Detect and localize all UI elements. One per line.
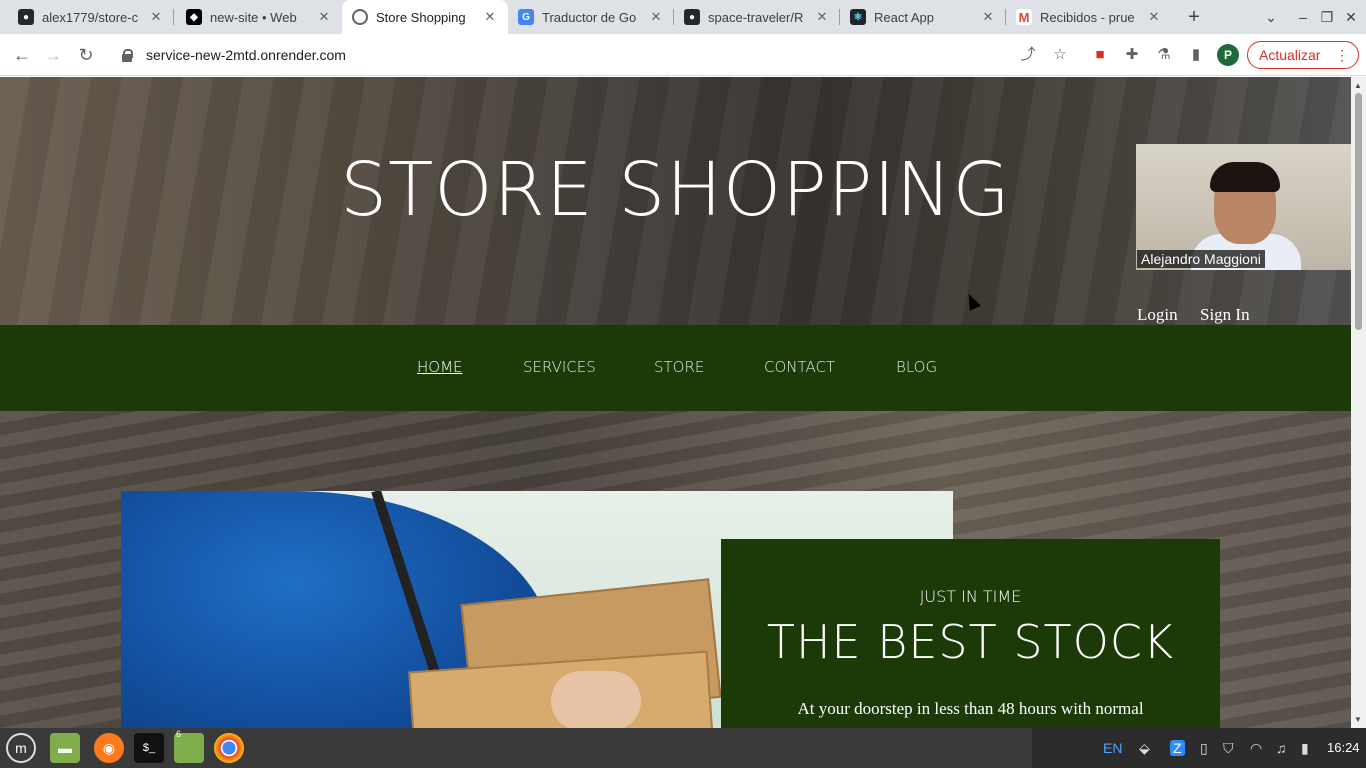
close-tab-icon[interactable]: ✕: [148, 9, 164, 25]
wifi-icon[interactable]: ◠: [1250, 740, 1262, 757]
update-label: Actualizar: [1259, 47, 1321, 63]
browser-tab[interactable]: G Traductor de Go ✕: [508, 0, 674, 34]
tab-title: Traductor de Go: [542, 9, 637, 25]
address-bar[interactable]: service-new-2mtd.onrender.com: [112, 39, 1072, 71]
participant-name: Alejandro Maggioni: [1137, 250, 1265, 268]
scroll-thumb[interactable]: [1355, 93, 1362, 330]
dropbox-icon[interactable]: ⬙: [1139, 740, 1150, 757]
close-tab-icon[interactable]: ✕: [316, 9, 332, 25]
page-viewport: STORE SHOPPING Login Sign In HOME SERVIC…: [0, 77, 1351, 728]
zoom-icon[interactable]: Z: [1170, 740, 1185, 756]
battery-icon[interactable]: ▮: [1301, 740, 1309, 757]
share-icon[interactable]: ⤴: [1018, 45, 1038, 65]
scroll-up-icon[interactable]: ▲: [1354, 81, 1362, 90]
react-icon: ⚛: [850, 9, 866, 25]
reload-icon[interactable]: ↻: [73, 43, 99, 67]
gmail-icon: M: [1016, 9, 1032, 25]
close-window-icon[interactable]: ✕: [1340, 6, 1362, 28]
minimize-icon[interactable]: –: [1292, 6, 1314, 28]
login-link[interactable]: Login: [1137, 305, 1178, 325]
menu-icon[interactable]: m: [6, 733, 36, 763]
close-tab-icon[interactable]: ✕: [980, 9, 996, 25]
github-icon: ●: [18, 9, 34, 25]
netlify-icon: ◆: [186, 9, 202, 25]
clock[interactable]: 16:24: [1327, 740, 1360, 755]
close-tab-icon[interactable]: ✕: [1146, 9, 1162, 25]
main-navigation: HOME SERVICES STORE CONTACT BLOG: [0, 325, 1351, 411]
camera-in-use-icon[interactable]: ■: [1090, 45, 1110, 65]
sound-icon[interactable]: ♫: [1276, 740, 1287, 756]
hand: [551, 671, 641, 728]
terminal-icon[interactable]: $_: [134, 733, 164, 763]
close-tab-icon[interactable]: ✕: [482, 9, 498, 25]
chrome-icon[interactable]: [214, 733, 244, 763]
globe-icon: [352, 9, 368, 25]
labs-icon[interactable]: ⚗: [1154, 45, 1174, 65]
github-icon: ●: [684, 9, 700, 25]
files-group-icon[interactable]: 6: [174, 729, 204, 763]
nav-contact[interactable]: CONTACT: [764, 358, 835, 376]
nav-services[interactable]: SERVICES: [523, 358, 596, 376]
tab-title: React App: [874, 9, 934, 25]
browser-tab[interactable]: M Recibidos - prue ✕: [1006, 0, 1172, 34]
tab-search-icon[interactable]: ⌄: [1260, 6, 1282, 28]
tab-title: alex1779/store-c: [42, 9, 139, 25]
update-button[interactable]: Actualizar ⋮: [1247, 41, 1359, 69]
shield-icon[interactable]: ⛉: [1223, 740, 1234, 757]
back-icon[interactable]: ←: [9, 43, 35, 67]
new-tab-button[interactable]: +: [1182, 6, 1206, 28]
nav-store[interactable]: STORE: [654, 358, 704, 376]
browser-tab[interactable]: ⚛ React App ✕: [840, 0, 1006, 34]
tab-title: space-traveler/R: [708, 9, 804, 25]
feature-text: At your doorstep in less than 48 hours w…: [797, 699, 1144, 718]
feature-title: THE BEST STOCK: [766, 615, 1175, 669]
nav-home[interactable]: HOME: [417, 358, 463, 376]
feature-kicker: JUST IN TIME: [919, 587, 1022, 606]
keyboard-language[interactable]: EN: [1103, 740, 1122, 756]
hero-title: STORE SHOPPING: [340, 147, 1011, 233]
tab-separator: [173, 9, 174, 25]
lock-icon[interactable]: [120, 48, 134, 62]
browser-tab[interactable]: ● space-traveler/R ✕: [674, 0, 840, 34]
tab-title: Store Shopping: [376, 9, 466, 25]
more-options-icon: ⋮: [1335, 46, 1349, 63]
files-count-badge: 6: [176, 729, 182, 739]
browser-tab-active[interactable]: Store Shopping ✕: [342, 0, 508, 34]
tab-strip: ● alex1779/store-c ✕ ◆ new-site • Web ✕ …: [0, 0, 1366, 34]
feature-card: JUST IN TIME THE BEST STOCK At your door…: [721, 539, 1220, 728]
tab-title: Recibidos - prue: [1040, 9, 1135, 25]
extensions-icon[interactable]: ✚: [1122, 45, 1142, 65]
browser-tab[interactable]: ◆ new-site • Web ✕: [176, 0, 342, 34]
google-translate-icon: G: [518, 9, 534, 25]
forward-icon[interactable]: →: [40, 43, 66, 67]
tab-title: new-site • Web: [210, 9, 297, 25]
url-text[interactable]: service-new-2mtd.onrender.com: [146, 47, 346, 63]
browser-toolbar: ← → ↻ service-new-2mtd.onrender.com ⤴ ☆ …: [0, 34, 1366, 76]
browser-tab[interactable]: ● alex1779/store-c ✕: [8, 0, 174, 34]
signin-link[interactable]: Sign In: [1200, 305, 1250, 325]
os-taskbar: m ▬ ◉ $_ 6 EN ⬙ Z ▯ ⛉ ◠ ♫ ▮ 16:24: [0, 728, 1366, 768]
nav-blog[interactable]: BLOG: [896, 358, 937, 376]
page-scrollbar[interactable]: ▲ ▼: [1351, 77, 1366, 728]
bookmark-star-icon[interactable]: ☆: [1050, 45, 1070, 65]
firefox-icon[interactable]: ◉: [94, 733, 124, 763]
clipboard-icon[interactable]: ▯: [1200, 740, 1208, 757]
file-manager-icon[interactable]: ▬: [50, 733, 80, 763]
profile-avatar[interactable]: P: [1217, 44, 1239, 66]
maximize-icon[interactable]: ❐: [1316, 6, 1338, 28]
scroll-down-icon[interactable]: ▼: [1354, 715, 1362, 724]
side-panel-icon[interactable]: ▮: [1186, 45, 1206, 65]
close-tab-icon[interactable]: ✕: [648, 9, 664, 25]
close-tab-icon[interactable]: ✕: [814, 9, 830, 25]
